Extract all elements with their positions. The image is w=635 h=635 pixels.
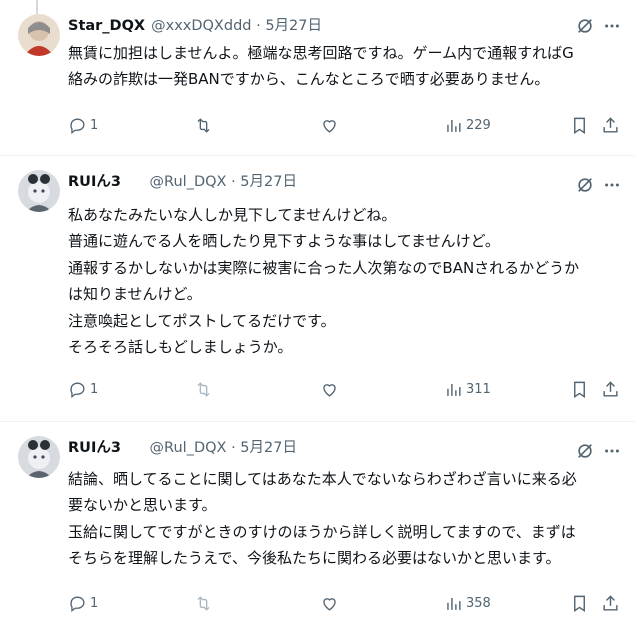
like-button[interactable] <box>320 380 339 399</box>
grok-icon[interactable] <box>576 442 594 460</box>
share-icon <box>603 117 618 133</box>
tweet-line: は知りませんけど。 <box>68 285 202 304</box>
views-icon <box>447 597 461 610</box>
heart-icon <box>323 384 336 397</box>
tweet-header: Star_DQX @xxxDQXddd · 5月27日 <box>68 16 322 36</box>
timestamp[interactable]: 5月27日 <box>240 440 297 456</box>
tweet-text: 無賃に加担はしませんよ。極端な思考回路ですね。ゲーム内で通報すればG 絡みの詐欺… <box>68 40 628 93</box>
reply-icon <box>70 118 85 134</box>
avatar[interactable] <box>18 436 60 478</box>
view-count: 358 <box>466 596 491 611</box>
tweet-line: 要ないかと思います。 <box>68 496 217 515</box>
tweet[interactable]: RUIん3 @Rul_DQX · 5月27日 結論、晒してることに関してはあなた… <box>0 422 635 635</box>
share-button[interactable] <box>601 380 620 399</box>
share-icon <box>603 595 618 611</box>
like-button[interactable] <box>320 594 339 613</box>
reply-button[interactable]: 1 <box>68 594 98 613</box>
more-icon[interactable] <box>603 17 621 35</box>
bookmark-icon <box>574 381 585 398</box>
tweet[interactable]: RUIん3 @Rul_DQX · 5月27日 私あなたみたいな人しか見下してませ… <box>0 156 635 421</box>
avatar[interactable] <box>18 14 60 56</box>
retweet-icon <box>197 596 210 611</box>
tweet-text: 結論、晒してることに関してはあなた本人でないならわざわざ言いに来る必 要ないかと… <box>68 466 628 572</box>
separator: · <box>231 174 236 190</box>
reply-icon <box>70 596 85 612</box>
display-name[interactable]: RUIん3 <box>68 174 121 190</box>
tweet-line: 絡みの詐欺は一発BANですから、こんなところで晒す必要ありません。 <box>68 70 550 89</box>
bookmark-button[interactable] <box>570 594 589 613</box>
views-button[interactable]: 229 <box>444 116 491 135</box>
more-icon[interactable] <box>603 176 621 194</box>
retweet-icon <box>197 382 210 397</box>
views-button[interactable]: 311 <box>444 380 491 399</box>
share-button[interactable] <box>601 594 620 613</box>
retweet-icon <box>197 118 210 133</box>
user-handle[interactable]: @Rul_DQX <box>150 174 227 190</box>
tweet[interactable]: Star_DQX @xxxDQXddd · 5月27日 無賃に加担はしませんよ。極… <box>0 0 635 155</box>
reply-icon <box>70 382 85 398</box>
views-icon <box>447 383 461 396</box>
user-handle[interactable]: @Rul_DQX <box>150 440 227 456</box>
view-count: 311 <box>466 382 491 397</box>
bookmark-button[interactable] <box>570 380 589 399</box>
view-count: 229 <box>466 118 491 133</box>
retweet-button[interactable] <box>194 116 213 135</box>
share-button[interactable] <box>601 116 620 135</box>
views-icon <box>447 119 461 132</box>
bookmark-icon <box>574 595 585 612</box>
action-bar: 1 229 <box>68 116 628 138</box>
action-bar: 1 311 <box>68 380 628 402</box>
tweet-line: 結論、晒してることに関してはあなた本人でないならわざわざ言いに来る必 <box>68 470 577 488</box>
user-handle[interactable]: @xxxDQXddd <box>151 18 251 34</box>
timestamp[interactable]: 5月27日 <box>240 174 297 190</box>
action-bar: 1 358 <box>68 594 628 616</box>
more-icon[interactable] <box>603 442 621 460</box>
tweet-line: そちらを理解したうえで、今後私たちに関わる必要はないかと思います。 <box>68 549 561 568</box>
tweet-text: 私あなたみたいな人しか見下してませんけどね。 普通に遊んでる人を晒したり見下すよ… <box>68 202 628 360</box>
heart-icon <box>323 120 336 133</box>
tweet-line: 玉給に関してですがときのすけのほうから詳しく説明してますので、まずは <box>68 522 576 541</box>
share-icon <box>603 381 618 397</box>
avatar[interactable] <box>18 170 60 212</box>
display-name[interactable]: Star_DQX <box>68 18 145 34</box>
like-button[interactable] <box>320 116 339 135</box>
tweet-line: 普通に遊んでる人を晒したり見下すような事はしてませんけど。 <box>68 232 500 251</box>
reply-count: 1 <box>90 382 99 397</box>
reply-count: 1 <box>90 596 99 611</box>
tweet-header: RUIん3 @Rul_DQX · 5月27日 <box>68 172 297 192</box>
retweet-button[interactable] <box>194 594 213 613</box>
bookmark-button[interactable] <box>570 116 589 135</box>
separator: · <box>231 440 236 456</box>
tweet-header: RUIん3 @Rul_DQX · 5月27日 <box>68 438 297 458</box>
views-button[interactable]: 358 <box>444 594 491 613</box>
grok-icon[interactable] <box>576 176 594 194</box>
separator: · <box>256 18 261 34</box>
thread-line <box>36 0 38 14</box>
bookmark-icon <box>574 117 585 134</box>
tweet-line: 通報するかしないかは実際に被害に合った人次第なのでBANされるかどうか <box>68 258 580 277</box>
reply-count: 1 <box>90 118 99 133</box>
reply-button[interactable]: 1 <box>68 380 98 399</box>
tweet-line: そろそろ話しもどしましょうか。 <box>68 338 293 357</box>
display-name[interactable]: RUIん3 <box>68 440 121 456</box>
grok-icon[interactable] <box>576 17 594 35</box>
tweet-line: 私あなたみたいな人しか見下してませんけどね。 <box>68 206 397 224</box>
tweet-line: 注意喚起としてポストしてるだけです。 <box>68 311 336 330</box>
tweet-line: 無賃に加担はしませんよ。極端な思考回路ですね。ゲーム内で通報すればG <box>68 44 574 62</box>
retweet-button[interactable] <box>194 380 213 399</box>
timestamp[interactable]: 5月27日 <box>265 18 322 34</box>
heart-icon <box>323 598 336 611</box>
reply-button[interactable]: 1 <box>68 116 98 135</box>
